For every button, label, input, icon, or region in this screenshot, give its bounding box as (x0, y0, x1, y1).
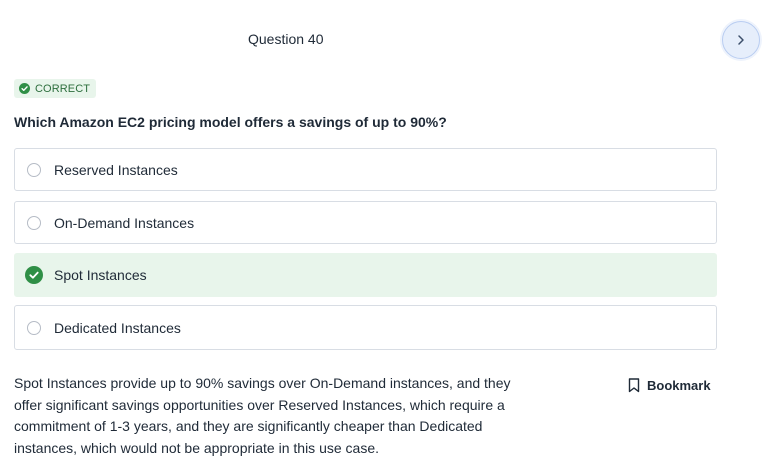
bookmark-button[interactable]: Bookmark (628, 378, 711, 393)
option-label: Dedicated Instances (54, 319, 181, 336)
chevron-right-icon (738, 35, 744, 45)
check-circle-icon (25, 266, 43, 284)
option-label: Spot Instances (54, 267, 147, 283)
status-label: CORRECT (35, 82, 91, 95)
status-badge: CORRECT (14, 79, 97, 98)
answer-option-reserved[interactable]: Reserved Instances (14, 148, 717, 191)
next-question-button[interactable] (722, 21, 760, 59)
question-page: Question 40 CORRECT Which Amazon EC2 pri… (0, 0, 771, 467)
answer-option-spot[interactable]: Spot Instances (14, 253, 717, 297)
option-label: On-Demand Instances (54, 214, 195, 231)
answer-option-dedicated[interactable]: Dedicated Instances (14, 305, 717, 350)
bookmark-label: Bookmark (647, 378, 711, 393)
check-circle-icon (19, 83, 30, 94)
bookmark-icon (628, 378, 640, 393)
radio-button[interactable] (27, 162, 41, 177)
question-number: Question 40 (248, 31, 324, 47)
radio-button[interactable] (27, 215, 41, 230)
explanation-text: Spot Instances provide up to 90% savings… (14, 375, 511, 456)
radio-button[interactable] (27, 320, 41, 335)
question-text: Which Amazon EC2 pricing model offers a … (14, 114, 447, 130)
option-label: Reserved Instances (54, 161, 178, 178)
answer-option-on-demand[interactable]: On-Demand Instances (14, 201, 717, 244)
